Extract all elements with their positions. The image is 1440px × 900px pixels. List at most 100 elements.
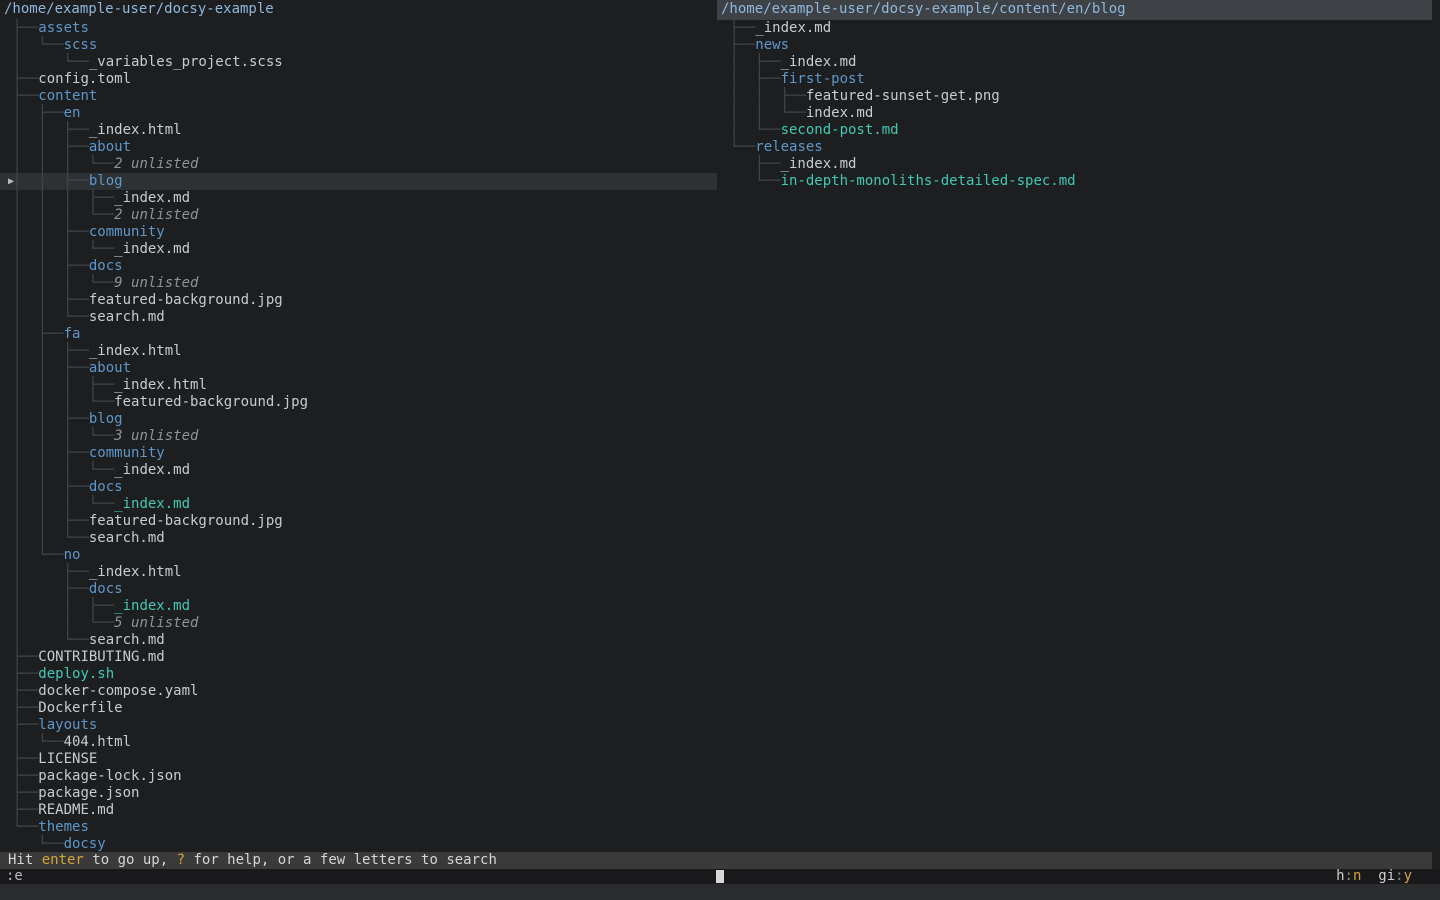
- tree-row[interactable]: │ │ ├──about: [0, 360, 717, 377]
- tree-row[interactable]: ├──package.json: [0, 785, 717, 802]
- tree-branch: │ │ ├──: [13, 258, 89, 274]
- tree-row[interactable]: │ ├──fa: [0, 326, 717, 343]
- tree-row[interactable]: │ └──second-post.md: [717, 122, 1440, 139]
- tree-row[interactable]: │ ├──first-post: [717, 71, 1440, 88]
- tree-row[interactable]: │ └──no: [0, 547, 717, 564]
- dir-name: themes: [38, 819, 89, 835]
- dir-name: about: [89, 139, 131, 155]
- tree-branch: │ │ ├──: [13, 513, 89, 529]
- tree-branch: │ │ ├──: [13, 139, 89, 155]
- tree-row[interactable]: └──themes: [0, 819, 717, 836]
- tree-row[interactable]: │ │ ├──_index.html: [0, 343, 717, 360]
- tree-row[interactable]: │ │ │ └──9 unlisted: [0, 275, 717, 292]
- tree-branch: │ └──: [13, 54, 89, 70]
- tree-row[interactable]: ├──deploy.sh: [0, 666, 717, 683]
- dir-name: blog: [89, 411, 123, 427]
- tree-row[interactable]: │ ├──en: [0, 105, 717, 122]
- right-panel-path[interactable]: /home/example-user/docsy-example/content…: [717, 0, 1432, 20]
- file-name: _index.md: [781, 156, 857, 172]
- tree-row[interactable]: │ │ └──search.md: [0, 309, 717, 326]
- tree-row[interactable]: │ │ │ ├──_index.html: [0, 377, 717, 394]
- tree-row[interactable]: └──docsy: [0, 836, 717, 852]
- tree-row[interactable]: ├──_index.md: [717, 20, 1440, 37]
- file-name: _index.md: [114, 598, 190, 614]
- tree-row[interactable]: │ │ ├──docs: [0, 479, 717, 496]
- tree-row[interactable]: │ │ ├──_index.html: [0, 122, 717, 139]
- tree-row[interactable]: ├──LICENSE: [0, 751, 717, 768]
- tree-row[interactable]: └──in-depth-monoliths-detailed-spec.md: [717, 173, 1440, 190]
- tree-row[interactable]: ├──content: [0, 88, 717, 105]
- tree-row[interactable]: │ │ │ └──2 unlisted: [0, 156, 717, 173]
- tree-row[interactable]: │ │ │ └──_index.md: [0, 496, 717, 513]
- flag-label: gi: [1378, 868, 1395, 884]
- tree-row[interactable]: │ │ ├──about: [0, 139, 717, 156]
- tree-row[interactable]: │ │ ├──community: [0, 445, 717, 462]
- tree-row[interactable]: │ ├──_index.md: [717, 54, 1440, 71]
- tree-row[interactable]: │ │ │ └──_index.md: [0, 462, 717, 479]
- dir-name: releases: [755, 139, 822, 155]
- flag-separator: :: [1395, 868, 1403, 884]
- file-name: _index.html: [89, 343, 182, 359]
- tree-row[interactable]: ├──package-lock.json: [0, 768, 717, 785]
- status-text: for help, or a few letters to search: [185, 852, 497, 868]
- tree-branch: │ └──: [13, 547, 64, 563]
- tree-row[interactable]: │ │ │ └──_index.md: [0, 241, 717, 258]
- tree-row[interactable]: │ │ └──index.md: [717, 105, 1440, 122]
- file-name: _index.md: [781, 54, 857, 70]
- file-name: docker-compose.yaml: [38, 683, 198, 699]
- tree-row[interactable]: │ │ └──5 unlisted: [0, 615, 717, 632]
- tree-row[interactable]: ├──README.md: [0, 802, 717, 819]
- tree-branch: ├──: [13, 649, 38, 665]
- dir-name: docs: [89, 479, 123, 495]
- tree-row[interactable]: │ ├──_index.html: [0, 564, 717, 581]
- tree-row[interactable]: ├──config.toml: [0, 71, 717, 88]
- tree-row[interactable]: │ ├──docs: [0, 581, 717, 598]
- tree-row[interactable]: │ │ │ └──featured-background.jpg: [0, 394, 717, 411]
- tree-row[interactable]: │ │ ├──_index.md: [0, 598, 717, 615]
- file-name: _index.md: [114, 496, 190, 512]
- file-name: _index.html: [114, 377, 207, 393]
- tree-row[interactable]: │ │ ├──blog: [0, 411, 717, 428]
- file-name: README.md: [38, 802, 114, 818]
- tree-row[interactable]: │ │ │ └──3 unlisted: [0, 428, 717, 445]
- mode-flags: h:n gi:y: [1336, 869, 1412, 884]
- tree-row[interactable]: ├──layouts: [0, 717, 717, 734]
- tree-row[interactable]: │ └──search.md: [0, 632, 717, 649]
- tree-row[interactable]: │ └──404.html: [0, 734, 717, 751]
- file-name: CONTRIBUTING.md: [38, 649, 164, 665]
- tree-branch: │ │ │ └──: [13, 394, 114, 410]
- tree-row[interactable]: │ │ │ └──2 unlisted: [0, 207, 717, 224]
- tree-row[interactable]: │ └──scss: [0, 37, 717, 54]
- file-name: search.md: [89, 530, 165, 546]
- tree-row[interactable]: ├──CONTRIBUTING.md: [0, 649, 717, 666]
- tree-row[interactable]: ├──_index.md: [717, 156, 1440, 173]
- tree-row[interactable]: ▶│ │ ├──blog: [0, 173, 717, 190]
- dir-name: news: [755, 37, 789, 53]
- dir-name: no: [64, 547, 81, 563]
- tree-branch: ├──: [13, 785, 38, 801]
- tree-row[interactable]: ├──assets: [0, 20, 717, 37]
- tree-row[interactable]: │ │ ├──docs: [0, 258, 717, 275]
- tree-branch: │ │ ├──: [13, 292, 89, 308]
- tree-branch: │ ├──: [13, 326, 64, 342]
- file-name: Dockerfile: [38, 700, 122, 716]
- left-panel-path[interactable]: /home/example-user/docsy-example: [0, 0, 717, 20]
- file-name: 5 unlisted: [114, 615, 198, 631]
- tree-row[interactable]: │ │ ├──featured-background.jpg: [0, 292, 717, 309]
- tree-branch: ├──: [13, 768, 38, 784]
- input-bar[interactable]: :e h:n gi:y: [0, 869, 1440, 884]
- command-input[interactable]: :e: [6, 869, 23, 884]
- tree-row[interactable]: │ └──_variables_project.scss: [0, 54, 717, 71]
- status-key-hint: enter: [42, 852, 84, 868]
- tree-row[interactable]: ├──docker-compose.yaml: [0, 683, 717, 700]
- tree-row[interactable]: │ │ ├──featured-sunset-get.png: [717, 88, 1440, 105]
- tree-row[interactable]: │ │ ├──community: [0, 224, 717, 241]
- tree-row[interactable]: │ │ └──search.md: [0, 530, 717, 547]
- tree-branch: │ └──: [730, 122, 781, 138]
- tree-row[interactable]: └──releases: [717, 139, 1440, 156]
- tree-row[interactable]: │ │ │ ├──_index.md: [0, 190, 717, 207]
- tree-row[interactable]: ├──news: [717, 37, 1440, 54]
- status-text: to go up,: [84, 852, 177, 868]
- tree-row[interactable]: │ │ ├──featured-background.jpg: [0, 513, 717, 530]
- tree-row[interactable]: ├──Dockerfile: [0, 700, 717, 717]
